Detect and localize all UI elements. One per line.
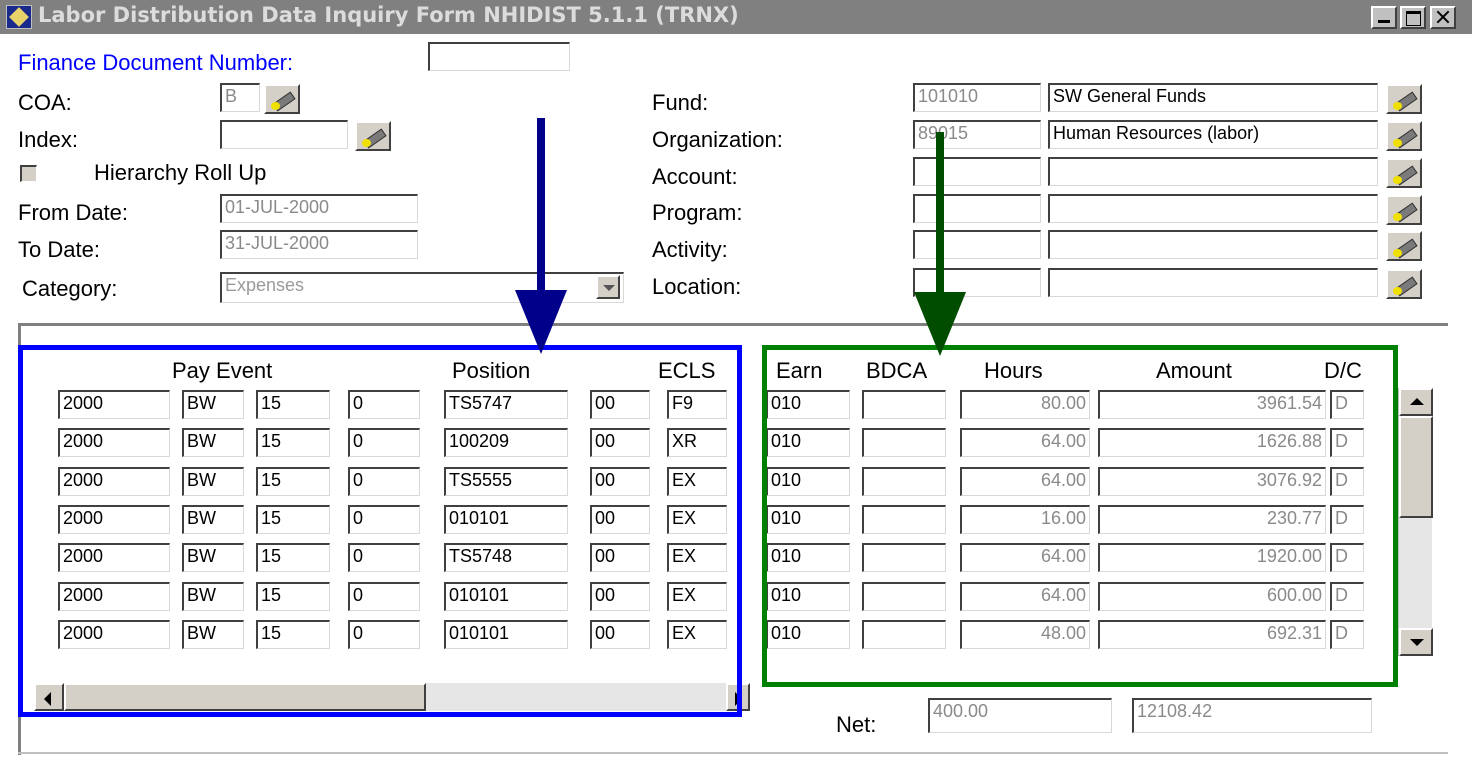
from-date-field[interactable]: 01-JUL-2000 xyxy=(220,194,418,223)
activity-lookup-icon[interactable] xyxy=(1386,231,1422,261)
finance-doc-label: Finance Document Number: xyxy=(18,50,294,75)
chevron-down-icon[interactable] xyxy=(596,275,620,299)
net-label: Net: xyxy=(836,712,877,737)
location-lookup-icon[interactable] xyxy=(1386,269,1422,299)
organization-lookup-icon[interactable] xyxy=(1386,121,1422,151)
scroll-up-icon[interactable] xyxy=(1399,388,1433,416)
activity-label: Activity: xyxy=(652,237,728,262)
arrow-green-shaft xyxy=(936,132,944,302)
index-label: Index: xyxy=(18,127,78,152)
activity-title-field xyxy=(1048,230,1378,259)
vertical-scrollbar[interactable] xyxy=(1398,388,1433,656)
activity-code-field[interactable] xyxy=(913,230,1041,259)
index-field[interactable] xyxy=(220,120,348,149)
account-code-field[interactable] xyxy=(913,157,1041,186)
index-lookup-icon[interactable] xyxy=(355,121,391,151)
location-label: Location: xyxy=(652,274,742,299)
program-title-field xyxy=(1048,194,1378,223)
category-label: Category: xyxy=(22,276,118,301)
coa-field[interactable]: B xyxy=(220,83,260,112)
highlight-box-blue xyxy=(18,345,742,717)
arrow-down-green-icon xyxy=(914,292,966,356)
net-amount-field[interactable]: 12108.42 xyxy=(1132,698,1372,733)
fund-lookup-icon[interactable] xyxy=(1386,84,1422,114)
program-code-field[interactable] xyxy=(913,194,1041,223)
account-label: Account: xyxy=(652,164,738,189)
fund-code-field[interactable]: 101010 xyxy=(913,83,1041,112)
highlight-box-green xyxy=(762,345,1398,687)
program-lookup-icon[interactable] xyxy=(1386,195,1422,225)
arrow-blue-shaft xyxy=(537,118,545,298)
coa-lookup-icon[interactable] xyxy=(264,84,300,114)
minimize-button[interactable] xyxy=(1371,6,1397,29)
account-lookup-icon[interactable] xyxy=(1386,158,1422,188)
account-title-field xyxy=(1048,157,1378,186)
location-title-field xyxy=(1048,268,1378,297)
to-date-label: To Date: xyxy=(18,237,100,262)
to-date-field[interactable]: 31-JUL-2000 xyxy=(220,230,418,259)
hierarchy-rollup-checkbox[interactable] xyxy=(20,165,37,182)
maximize-button[interactable] xyxy=(1400,6,1426,29)
block-frame-bottom xyxy=(18,752,1448,754)
close-button[interactable] xyxy=(1430,6,1456,29)
finance-doc-field[interactable] xyxy=(428,42,570,71)
hierarchy-rollup-label: Hierarchy Roll Up xyxy=(94,160,267,185)
fund-title-field: SW General Funds xyxy=(1048,83,1378,112)
scroll-down-icon[interactable] xyxy=(1399,628,1433,656)
organization-label: Organization: xyxy=(652,127,783,152)
coa-label: COA: xyxy=(18,90,72,115)
app-icon[interactable] xyxy=(6,5,32,29)
organization-title-field: Human Resources (labor) xyxy=(1048,120,1378,149)
vertical-scroll-thumb[interactable] xyxy=(1399,416,1433,518)
window-title: Labor Distribution Data Inquiry Form NHI… xyxy=(38,3,739,27)
fund-label: Fund: xyxy=(652,90,709,115)
program-label: Program: xyxy=(652,200,743,225)
block-divider xyxy=(18,323,1448,326)
from-date-label: From Date: xyxy=(18,200,129,225)
organization-code-field[interactable]: 89015 xyxy=(913,120,1041,149)
arrow-down-blue-icon xyxy=(515,290,567,354)
net-hours-field[interactable]: 400.00 xyxy=(928,698,1112,733)
